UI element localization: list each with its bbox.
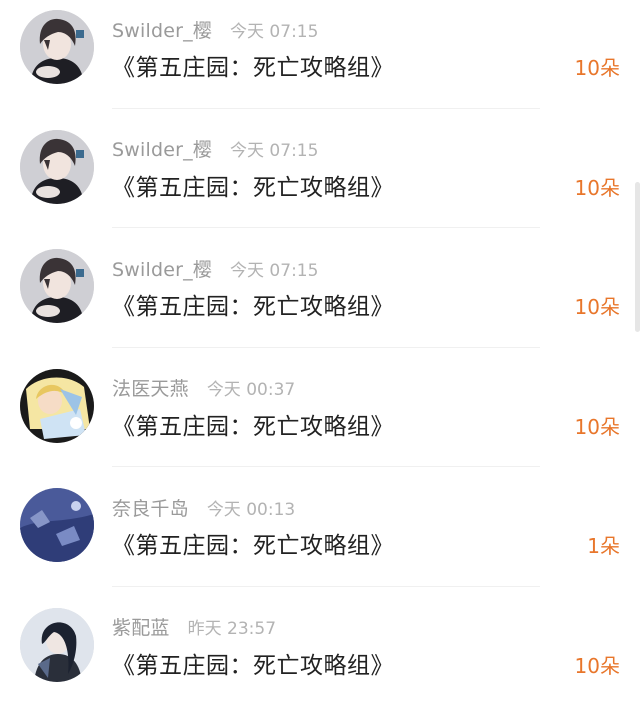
dark-haired-boy-avatar-icon xyxy=(20,249,94,323)
list-item[interactable]: 奈良千岛 今天 00:13 《第五庄园：死亡攻略组》 1朵 xyxy=(0,478,640,598)
list-item[interactable]: Swilder_樱 今天 07:15 《第五庄园：死亡攻略组》 10朵 xyxy=(0,0,640,120)
avatar[interactable] xyxy=(20,130,94,204)
book-title[interactable]: 《第五庄园：死亡攻略组》 xyxy=(112,526,394,560)
entry-meta: 奈良千岛 今天 00:13 xyxy=(112,492,295,522)
user-name[interactable]: Swilder_樱 xyxy=(112,135,212,162)
avatar[interactable] xyxy=(20,10,94,84)
user-name[interactable]: 紫配蓝 xyxy=(112,613,170,640)
user-name[interactable]: 法医天燕 xyxy=(112,374,189,401)
entry-meta: Swilder_樱 今天 07:15 xyxy=(112,134,318,164)
divider xyxy=(112,108,540,109)
gift-count: 10朵 xyxy=(575,52,620,81)
gift-count: 10朵 xyxy=(575,291,620,320)
book-title[interactable]: 《第五庄园：死亡攻略组》 xyxy=(112,168,394,202)
divider xyxy=(112,227,540,228)
blue-night-avatar-icon xyxy=(20,488,94,562)
book-title[interactable]: 《第五庄园：死亡攻略组》 xyxy=(112,48,394,82)
gift-count: 1朵 xyxy=(587,530,620,559)
user-name[interactable]: Swilder_樱 xyxy=(112,255,212,282)
entry-meta: Swilder_樱 今天 07:15 xyxy=(112,253,318,283)
entry-meta: 紫配蓝 昨天 23:57 xyxy=(112,612,276,642)
user-name[interactable]: Swilder_樱 xyxy=(112,16,212,43)
timestamp: 今天 07:15 xyxy=(230,17,318,42)
list-item[interactable]: 紫配蓝 昨天 23:57 《第五庄园：死亡攻略组》 10朵 xyxy=(0,598,640,717)
timestamp: 今天 00:37 xyxy=(207,375,295,400)
dark-character-avatar-icon xyxy=(20,608,94,682)
gift-count: 10朵 xyxy=(575,411,620,440)
user-name[interactable]: 奈良千岛 xyxy=(112,494,189,521)
timestamp: 今天 07:15 xyxy=(230,136,318,161)
timestamp: 昨天 23:57 xyxy=(188,614,276,639)
gift-record-list: Swilder_樱 今天 07:15 《第五庄园：死亡攻略组》 10朵 Swil… xyxy=(0,0,640,717)
book-title[interactable]: 《第五庄园：死亡攻略组》 xyxy=(112,646,394,680)
divider xyxy=(112,586,540,587)
list-item[interactable]: Swilder_樱 今天 07:15 《第五庄园：死亡攻略组》 10朵 xyxy=(0,120,640,240)
dark-haired-boy-avatar-icon xyxy=(20,130,94,204)
scrollbar[interactable] xyxy=(635,182,640,332)
avatar[interactable] xyxy=(20,488,94,562)
dark-haired-boy-avatar-icon xyxy=(20,10,94,84)
divider xyxy=(112,347,540,348)
list-item[interactable]: 法医天燕 今天 00:37 《第五庄园：死亡攻略组》 10朵 xyxy=(0,359,640,479)
timestamp: 今天 00:13 xyxy=(207,495,295,520)
timestamp: 今天 07:15 xyxy=(230,256,318,281)
book-title[interactable]: 《第五庄园：死亡攻略组》 xyxy=(112,407,394,441)
avatar[interactable] xyxy=(20,369,94,443)
book-title[interactable]: 《第五庄园：死亡攻略组》 xyxy=(112,287,394,321)
avatar[interactable] xyxy=(20,249,94,323)
entry-meta: 法医天燕 今天 00:37 xyxy=(112,373,295,403)
list-item[interactable]: Swilder_樱 今天 07:15 《第五庄园：死亡攻略组》 10朵 xyxy=(0,239,640,359)
gift-count: 10朵 xyxy=(575,172,620,201)
blonde-character-avatar-icon xyxy=(20,369,94,443)
avatar[interactable] xyxy=(20,608,94,682)
divider xyxy=(112,466,540,467)
gift-count: 10朵 xyxy=(575,650,620,679)
entry-meta: Swilder_樱 今天 07:15 xyxy=(112,14,318,44)
